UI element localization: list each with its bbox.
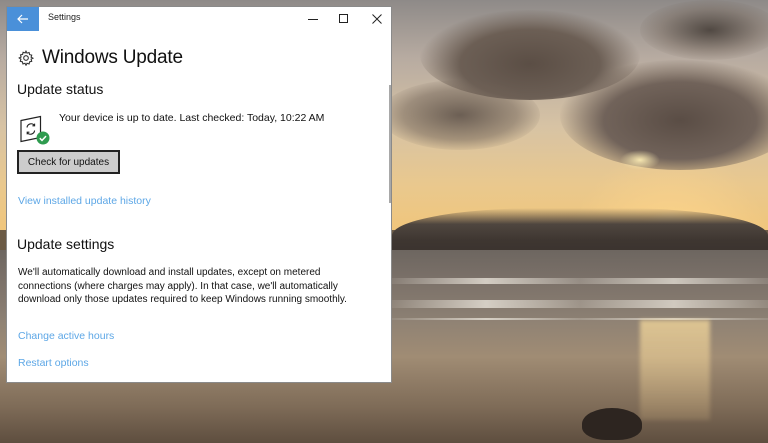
- update-status-text: Your device is up to date. Last checked:…: [59, 112, 325, 124]
- title-bar[interactable]: Settings: [7, 7, 391, 31]
- update-history-link[interactable]: View installed update history: [18, 195, 151, 207]
- minimize-icon: [307, 19, 318, 20]
- window-title: Settings: [48, 12, 81, 22]
- wallpaper-wave: [392, 300, 768, 308]
- settings-window: Settings Windows Update Update status Yo…: [6, 6, 392, 383]
- change-active-hours-link[interactable]: Change active hours: [18, 330, 114, 342]
- update-settings-heading: Update settings: [17, 236, 115, 252]
- update-status-heading: Update status: [17, 81, 104, 97]
- update-settings-description: We'll automatically download and install…: [18, 267, 347, 305]
- check-for-updates-button[interactable]: Check for updates: [17, 150, 120, 174]
- wallpaper-sun-reflection: [640, 320, 710, 420]
- close-button[interactable]: [361, 7, 391, 31]
- update-success-icon: [20, 115, 50, 145]
- close-icon: [371, 14, 382, 24]
- page-header: Windows Update: [18, 46, 183, 70]
- restart-options-link[interactable]: Restart options: [18, 357, 89, 369]
- maximize-button[interactable]: [328, 7, 359, 31]
- maximize-icon: [338, 14, 348, 23]
- wallpaper-horizon: [392, 208, 768, 254]
- wallpaper-wave: [392, 278, 768, 284]
- minimize-button[interactable]: [297, 7, 328, 31]
- back-arrow-icon: [17, 14, 28, 24]
- wallpaper-cloud: [640, 0, 768, 60]
- wallpaper-cloud: [380, 80, 540, 150]
- wallpaper-cloud: [620, 150, 660, 170]
- wallpaper-rock: [582, 408, 642, 440]
- scrollbar[interactable]: [389, 85, 391, 203]
- gear-icon: [18, 50, 34, 66]
- back-button[interactable]: [7, 7, 39, 31]
- page-title: Windows Update: [42, 47, 183, 68]
